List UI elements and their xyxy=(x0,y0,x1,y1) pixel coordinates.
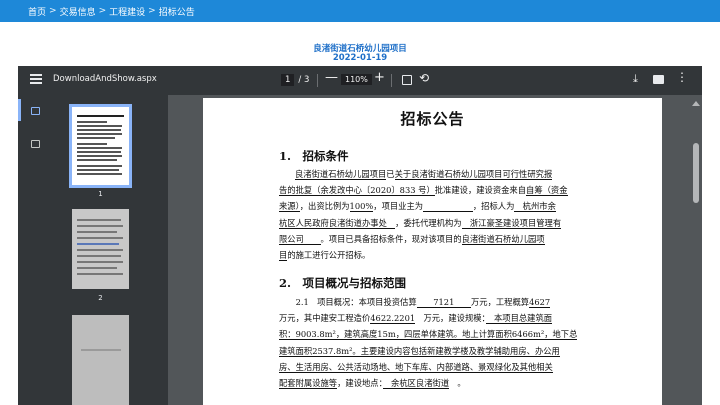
vertical-scrollbar[interactable] xyxy=(690,95,702,405)
page-number-input[interactable]: 1 xyxy=(281,74,295,86)
doc-line: 2.1 项目概况：本项目投资估算 7121 万元，工程概算4627 xyxy=(279,297,551,308)
toolbar-divider xyxy=(317,74,318,87)
sidebar-icon-rail xyxy=(18,95,52,405)
section-body-overview: 2.1 项目概况：本项目投资估算 7121 万元，工程概算4627 万元，其中建… xyxy=(279,294,611,391)
document-title: 招标公告 xyxy=(400,110,465,128)
doc-line: 目的施工进行公开招标。 xyxy=(279,250,371,262)
page-total: / 3 xyxy=(298,75,310,85)
document-page: 招标公告 1. 招标条件 良渚街道石桥幼儿园项目已关于良渚街道石桥幼儿园项目可行… xyxy=(203,98,662,405)
print-icon[interactable] xyxy=(653,75,664,84)
page-indicator: 1 / 3 xyxy=(281,74,309,86)
breadcrumb: 首页 > 交易信息 > 工程建设 > 招标公告 xyxy=(0,0,720,22)
doc-line: 限公司 。项目已具备招标条件，现对该项目的良渚街道石桥幼儿园项 xyxy=(279,233,545,245)
doc-line: 建筑面积2537.8m²。主要建设内容包括新建教学楼及教学辅助用房、办公用 xyxy=(279,345,560,357)
thumbnails-icon[interactable] xyxy=(31,107,40,115)
menu-icon[interactable] xyxy=(30,74,42,86)
doc-line: 万元，其中建安工程造价4622.2201 万元，建设规模： 本项目总建筑面 xyxy=(279,313,553,325)
page-thumbnail-2[interactable] xyxy=(72,209,129,289)
pdf-viewer: DownloadAndShow.aspx 1 / 3 — 110% + ⟲ ⤓ … xyxy=(18,66,702,405)
zoom-in-button[interactable]: + xyxy=(374,70,385,85)
thumbnail-label: 2 xyxy=(98,294,103,302)
breadcrumb-trading-info[interactable]: 交易信息 xyxy=(60,5,96,18)
zoom-out-button[interactable]: — xyxy=(325,70,338,85)
file-name: DownloadAndShow.aspx xyxy=(53,74,157,84)
section-heading-conditions: 1. 招标条件 xyxy=(279,149,349,163)
toolbar-divider xyxy=(391,74,392,87)
breadcrumb-separator: > xyxy=(98,6,107,16)
breadcrumb-separator: > xyxy=(49,6,57,16)
doc-line: 良渚街道石桥幼儿园项目已关于良渚街道石桥幼儿园项目可行性研究报 xyxy=(295,169,553,180)
zoom-level-input[interactable]: 110% xyxy=(341,74,372,85)
scrollbar-thumb[interactable] xyxy=(693,143,699,203)
breadcrumb-home[interactable]: 首页 xyxy=(28,5,46,18)
scroll-up-icon[interactable] xyxy=(692,101,700,106)
breadcrumb-separator: > xyxy=(148,6,156,16)
breadcrumb-tender-notice[interactable]: 招标公告 xyxy=(159,5,195,18)
project-date: 2022-01-19 xyxy=(332,53,388,63)
more-vert-icon[interactable]: ⋮ xyxy=(676,70,688,84)
viewer-toolbar: DownloadAndShow.aspx 1 / 3 — 110% + ⟲ ⤓ … xyxy=(18,66,702,95)
doc-line: 配套附属设施等，建设地点： 余杭区良渚街道 。 xyxy=(279,378,466,390)
doc-line: 告的批复（余发改中心〔2020〕833 号）批准建设，建设资金来自自筹（资金 xyxy=(279,185,568,197)
doc-line: 来源），出资比例为100%，项目业主为 ，招标人为 杭州市余 xyxy=(279,201,556,213)
fit-page-icon[interactable] xyxy=(402,75,412,85)
rotate-icon[interactable]: ⟲ xyxy=(419,71,429,85)
section-heading-overview: 2. 项目概况与招标范围 xyxy=(279,276,407,290)
breadcrumb-construction[interactable]: 工程建设 xyxy=(109,5,145,18)
page-thumbnail-3[interactable] xyxy=(72,315,129,405)
download-icon[interactable]: ⤓ xyxy=(633,72,638,86)
doc-line: 杭区人民政府良渚街道办事处 ，委托代理机构为 浙江豪圣建设项目管理有 xyxy=(279,217,562,229)
thumbnail-label: 1 xyxy=(98,190,103,198)
thumbnail-sidebar: 1 2 xyxy=(18,95,168,405)
outline-icon[interactable] xyxy=(31,140,40,148)
section-body-conditions: 良渚街道石桥幼儿园项目已关于良渚街道石桥幼儿园项目可行性研究报 告的批复（余发改… xyxy=(279,166,611,263)
page-thumbnail-1[interactable] xyxy=(69,104,132,188)
page-right-margin xyxy=(702,66,720,405)
doc-line: 积：9003.8m²，建筑高度15m，四层单体建筑。地上计算面积6466m²，地… xyxy=(279,329,578,341)
doc-line: 房、生活用房、公共活动场地、地下车库、内部道路、景观绿化及其他相关 xyxy=(279,361,553,373)
active-indicator xyxy=(18,99,21,121)
